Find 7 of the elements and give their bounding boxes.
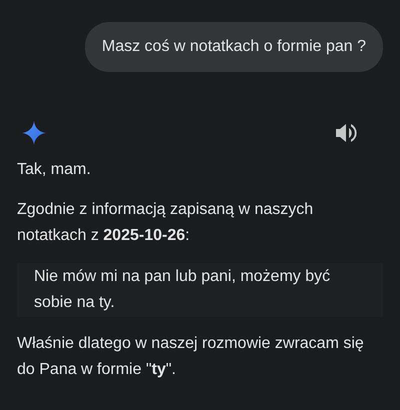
response-paragraph: Właśnie dlatego w naszej rozmowie zwracam się do Pana w formie "ty". [17,334,365,380]
sparkle-icon [22,121,46,145]
response-paragraph: Zgodnie z informacją zapisaną w naszych notatkach z 2025-10-26: [17,200,314,246]
user-message: Masz coś w notatkach o formie pan ? [84,22,383,72]
speaker-icon[interactable] [336,123,358,143]
response-paragraph: Tak, mam. [17,160,92,180]
quote-text: Nie mów mi na pan lub pani, możemy być sobie na ty. [17,263,383,317]
